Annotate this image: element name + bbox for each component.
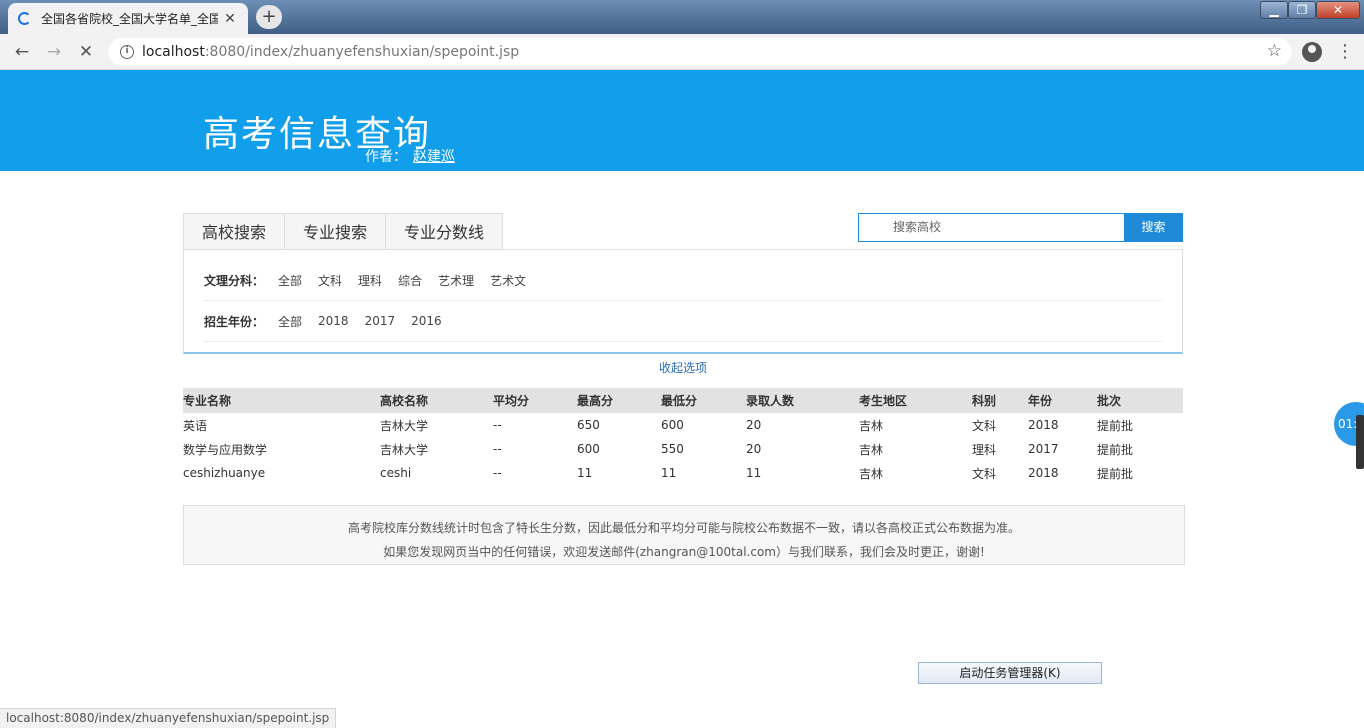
tab-major-score-line[interactable]: 专业分数线 [386,213,504,250]
column-header: 最高分 [577,394,614,408]
search-type-tabs: 高校搜索 专业搜索 专业分数线 [183,213,504,250]
notice-line-2: 如果您发现网页当中的任何错误，欢迎发送邮件(zhangran@100tal.co… [383,545,985,559]
status-url: localhost:8080/index/zhuanyefenshuxian/s… [0,708,337,728]
year-filter-row: 招生年份： 全部 2018 2017 2016 [204,301,1162,342]
table-cell: 吉林 [859,442,884,457]
subject-option-comprehensive[interactable]: 综合 [398,272,422,289]
table-cell: 600 [661,418,684,432]
table-cell: 11 [577,466,593,480]
notice-line-1: 高考院校库分数线统计时包含了特长生分数，因此最低分和平均分可能与院校公布数据不一… [347,521,1020,535]
column-header: 最低分 [661,394,698,408]
subject-filter-label: 文理分科： [204,273,265,288]
table-cell: 吉林 [859,466,884,481]
subject-option-arts[interactable]: 文科 [318,272,342,289]
browser-tab[interactable]: 全国各省院校_全国大学名单_全国 ✕ [8,3,248,34]
table-cell: 2018 [1028,466,1059,480]
year-filter-label: 招生年份： [204,314,265,329]
table-cell: 提前批 [1097,418,1134,433]
table-cell: 提前批 [1097,442,1134,457]
table-cell: -- [493,418,502,432]
subject-option-art-science[interactable]: 艺术理 [438,272,474,289]
table-cell: 吉林大学 [380,418,429,433]
table-cell: 650 [577,418,600,432]
search-button[interactable]: 搜索 [1124,213,1183,242]
table-cell: 数学与应用数学 [183,442,268,457]
back-arrow-icon[interactable]: ← [10,40,34,64]
table-row: 数学与应用数学 吉林大学 -- 600 550 20 吉林 理科 2017 提前… [183,437,1183,461]
maximize-window-button[interactable]: ❐ [1288,1,1316,19]
table-cell: 550 [661,442,684,456]
table-cell: 20 [746,442,762,456]
disclaimer-notice: 高考院校库分数线统计时包含了特长生分数，因此最低分和平均分可能与院校公布数据不一… [183,505,1185,565]
table-cell: ceshi [380,466,412,480]
browser-tab-strip: 全国各省院校_全国大学名单_全国 ✕ + ▁ ❐ ✕ [0,0,1364,34]
year-option-2018[interactable]: 2018 [318,314,349,328]
start-task-manager-menu-item[interactable]: 启动任务管理器(K) [918,662,1102,684]
table-cell: 2018 [1028,418,1059,432]
author-label: 作者： [365,149,407,165]
table-cell: ceshizhuanye [183,466,266,480]
author-line: 作者： 赵建巡 [365,146,455,166]
table-cell: 20 [746,418,762,432]
table-cell: 理科 [972,442,997,457]
new-tab-button[interactable]: + [256,5,282,29]
author-name-link[interactable]: 赵建巡 [413,149,455,165]
year-option-2016[interactable]: 2016 [411,314,442,328]
table-cell: 文科 [972,466,997,481]
college-search-input[interactable]: 搜索高校 [858,213,1125,242]
subject-option-art-arts[interactable]: 艺术文 [490,272,526,289]
address-bar[interactable]: i localhost:8080/index/zhuanyefenshuxian… [108,38,1292,66]
browser-menu-icon[interactable]: ⋮ [1336,40,1354,64]
column-header: 批次 [1097,394,1122,408]
column-header: 录取人数 [746,394,795,408]
table-header-row: 专业名称 高校名称 平均分 最高分 最低分 录取人数 考生地区 科别 年份 批次 [183,388,1183,413]
subject-option-all[interactable]: 全部 [278,272,302,289]
browser-toolbar: ← → ✕ i localhost:8080/index/zhuanyefens… [0,34,1364,70]
url-text: localhost:8080/index/zhuanyefenshuxian/s… [142,44,520,60]
site-header: 高考信息查询 作者： 赵建巡 [0,70,1364,171]
tab-major-search[interactable]: 专业搜索 [285,213,387,250]
close-window-button[interactable]: ✕ [1316,1,1360,19]
column-header: 考生地区 [859,394,908,408]
close-tab-icon[interactable]: ✕ [222,11,238,27]
collapse-options-link[interactable]: 收起选项 [659,359,707,376]
table-cell: 英语 [183,418,208,433]
minimize-window-button[interactable]: ▁ [1260,1,1288,19]
forward-arrow-icon[interactable]: → [42,40,66,64]
table-row: ceshizhuanye ceshi -- 11 11 11 吉林 文科 201… [183,461,1183,485]
table-cell: 吉林 [859,418,884,433]
table-cell: -- [493,442,502,456]
year-option-all[interactable]: 全部 [278,313,302,330]
column-header: 专业名称 [183,394,232,408]
table-cell: 提前批 [1097,466,1134,481]
table-cell: 吉林大学 [380,442,429,457]
column-header: 高校名称 [380,394,429,408]
column-header: 科别 [972,394,997,408]
column-header: 年份 [1028,394,1053,408]
stop-loading-icon[interactable]: ✕ [74,40,98,64]
column-header: 平均分 [493,394,530,408]
side-handle[interactable] [1356,415,1364,469]
table-cell: 11 [746,466,762,480]
year-option-2017[interactable]: 2017 [365,314,396,328]
site-info-icon[interactable]: i [120,45,134,59]
table-cell: 600 [577,442,600,456]
loading-spinner-icon [18,12,31,25]
table-cell: 文科 [972,418,997,433]
subject-filter-row: 文理分科： 全部 文科 理科 综合 艺术理 艺术文 [204,260,1162,301]
bookmark-star-icon[interactable]: ☆ [1267,41,1282,61]
table-cell: 2017 [1028,442,1059,456]
profile-avatar-icon[interactable] [1302,42,1322,62]
score-table: 专业名称 高校名称 平均分 最高分 最低分 录取人数 考生地区 科别 年份 批次… [183,388,1183,485]
table-row: 英语 吉林大学 -- 650 600 20 吉林 文科 2018 提前批 [183,413,1183,437]
subject-option-science[interactable]: 理科 [358,272,382,289]
table-cell: 11 [661,466,677,480]
table-cell: -- [493,466,502,480]
tab-college-search[interactable]: 高校搜索 [183,213,286,250]
filter-panel: 文理分科： 全部 文科 理科 综合 艺术理 艺术文 招生年份： 全部 2018 … [183,249,1183,354]
tab-title: 全国各省院校_全国大学名单_全国 [41,12,218,26]
